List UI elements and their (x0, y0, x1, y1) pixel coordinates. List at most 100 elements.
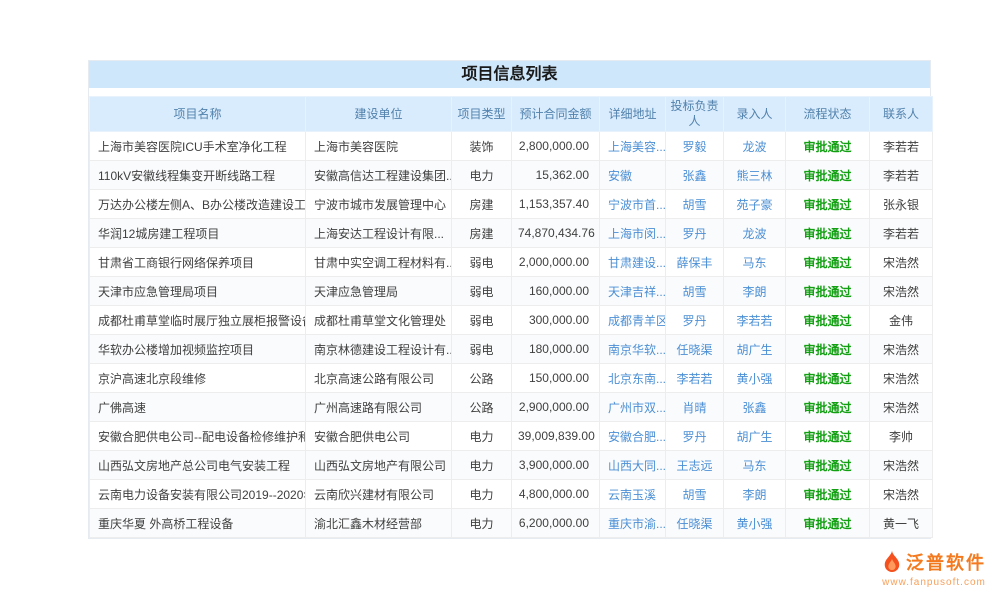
cell-text-amount: 2,800,000.00 (519, 139, 589, 153)
brand-site-link[interactable]: www.fanpusoft.com (882, 577, 986, 588)
cell-contact: 宋浩然 (870, 277, 933, 306)
cell-amount: 2,800,000.00 (512, 132, 600, 161)
table-row[interactable]: 广佛高速广州高速路有限公司公路2,900,000.00广州市双...肖晴张鑫审批… (90, 393, 933, 422)
leader-link[interactable]: 罗丹 (682, 227, 706, 241)
cell-contact: 黄一飞 (870, 509, 933, 538)
cell-amount: 2,900,000.00 (512, 393, 600, 422)
cell-text-status: 审批通过 (803, 314, 851, 328)
address-link[interactable]: 广州市双... (608, 401, 666, 415)
address-link[interactable]: 重庆市渝... (608, 517, 666, 531)
cell-recorder: 张鑫 (724, 393, 786, 422)
cell-leader: 罗丹 (666, 306, 724, 335)
table-row[interactable]: 安徽合肥供电公司--配电设备检修维护和...安徽合肥供电公司电力39,009,8… (90, 422, 933, 451)
recorder-link[interactable]: 张鑫 (742, 401, 766, 415)
project-table: 项目名称建设单位项目类型预计合同金额详细地址投标负责人录入人流程状态联系人 上海… (89, 96, 933, 538)
table-row[interactable]: 万达办公楼左侧A、B办公楼改造建设工程宁波市城市发展管理中心房建1,153,35… (90, 190, 933, 219)
recorder-link[interactable]: 胡广生 (736, 343, 772, 357)
brand-name: 泛普软件 (906, 549, 986, 575)
cell-text-type: 电力 (469, 430, 493, 444)
recorder-link[interactable]: 黄小强 (736, 517, 772, 531)
table-row[interactable]: 上海市美容医院ICU手术室净化工程上海市美容医院装饰2,800,000.00上海… (90, 132, 933, 161)
table-row[interactable]: 京沪高速北京段维修北京高速公路有限公司公路150,000.00北京东南...李若… (90, 364, 933, 393)
recorder-link[interactable]: 胡广生 (736, 430, 772, 444)
cell-status: 审批通过 (786, 248, 870, 277)
recorder-link[interactable]: 马东 (742, 256, 766, 270)
address-link[interactable]: 上海市闵... (608, 227, 666, 241)
cell-type: 装饰 (452, 132, 512, 161)
recorder-link[interactable]: 龙波 (742, 227, 766, 241)
cell-text-name: 上海市美容医院ICU手术室净化工程 (98, 140, 287, 154)
address-link[interactable]: 北京东南... (608, 372, 666, 386)
address-link[interactable]: 甘肃建设... (608, 256, 666, 270)
leader-link[interactable]: 胡雪 (682, 488, 706, 502)
address-link[interactable]: 天津吉祥... (608, 285, 666, 299)
cell-type: 电力 (452, 451, 512, 480)
cell-text-unit: 上海安达工程设计有限... (314, 227, 444, 241)
recorder-link[interactable]: 李若若 (736, 314, 772, 328)
cell-text-unit: 云南欣兴建材有限公司 (314, 488, 434, 502)
address-link[interactable]: 南京华软... (608, 343, 666, 357)
column-header-amount: 预计合同金额 (512, 97, 600, 132)
table-row[interactable]: 华润12城房建工程项目上海安达工程设计有限...房建74,870,434.76上… (90, 219, 933, 248)
leader-link[interactable]: 胡雪 (682, 198, 706, 212)
cell-text-unit: 安徽合肥供电公司 (314, 430, 410, 444)
cell-name: 成都杜甫草堂临时展厅独立展柜报警设备... (90, 306, 306, 335)
column-header-status: 流程状态 (786, 97, 870, 132)
table-row[interactable]: 成都杜甫草堂临时展厅独立展柜报警设备...成都杜甫草堂文化管理处弱电300,00… (90, 306, 933, 335)
cell-type: 弱电 (452, 277, 512, 306)
leader-link[interactable]: 罗丹 (682, 430, 706, 444)
cell-leader: 罗丹 (666, 422, 724, 451)
leader-link[interactable]: 任晓渠 (676, 517, 712, 531)
recorder-link[interactable]: 熊三林 (736, 169, 772, 183)
table-row[interactable]: 云南电力设备安装有限公司2019--2020年...云南欣兴建材有限公司电力4,… (90, 480, 933, 509)
cell-status: 审批通过 (786, 393, 870, 422)
address-link[interactable]: 山西大同... (608, 459, 666, 473)
recorder-link[interactable]: 龙波 (742, 140, 766, 154)
address-link[interactable]: 上海美容... (608, 140, 666, 154)
cell-status: 审批通过 (786, 422, 870, 451)
cell-text-contact: 李若若 (883, 169, 919, 183)
address-link[interactable]: 云南玉溪 (608, 488, 656, 502)
address-link[interactable]: 安徽合肥... (608, 430, 666, 444)
cell-text-amount: 180,000.00 (529, 342, 589, 356)
cell-status: 审批通过 (786, 480, 870, 509)
leader-link[interactable]: 薛保丰 (676, 256, 712, 270)
cell-name: 华润12城房建工程项目 (90, 219, 306, 248)
leader-link[interactable]: 肖晴 (682, 401, 706, 415)
recorder-link[interactable]: 苑子豪 (736, 198, 772, 212)
column-header-contact: 联系人 (870, 97, 933, 132)
leader-link[interactable]: 胡雪 (682, 285, 706, 299)
recorder-link[interactable]: 李朗 (742, 488, 766, 502)
recorder-link[interactable]: 李朗 (742, 285, 766, 299)
recorder-link[interactable]: 马东 (742, 459, 766, 473)
table-row[interactable]: 重庆华夏 外高桥工程设备渝北汇鑫木材经营部电力6,200,000.00重庆市渝.… (90, 509, 933, 538)
leader-link[interactable]: 王志远 (676, 459, 712, 473)
cell-unit: 云南欣兴建材有限公司 (306, 480, 452, 509)
leader-link[interactable]: 任晓渠 (676, 343, 712, 357)
address-link[interactable]: 宁波市首... (608, 198, 666, 212)
cell-type: 电力 (452, 422, 512, 451)
table-row[interactable]: 山西弘文房地产总公司电气安装工程山西弘文房地产有限公司电力3,900,000.0… (90, 451, 933, 480)
cell-recorder: 苑子豪 (724, 190, 786, 219)
address-link[interactable]: 安徽 (608, 169, 632, 183)
cell-address: 北京东南... (600, 364, 666, 393)
cell-text-status: 审批通过 (803, 488, 851, 502)
cell-leader: 罗毅 (666, 132, 724, 161)
brand-footer[interactable]: 泛普软件 www.fanpusoft.com (882, 549, 986, 588)
recorder-link[interactable]: 黄小强 (736, 372, 772, 386)
address-link[interactable]: 成都青羊区 (608, 314, 666, 328)
table-row[interactable]: 华软办公楼增加视频监控项目南京林德建设工程设计有...弱电180,000.00南… (90, 335, 933, 364)
leader-link[interactable]: 罗毅 (682, 140, 706, 154)
cell-name: 山西弘文房地产总公司电气安装工程 (90, 451, 306, 480)
table-row[interactable]: 天津市应急管理局项目天津应急管理局弱电160,000.00天津吉祥...胡雪李朗… (90, 277, 933, 306)
leader-link[interactable]: 罗丹 (682, 314, 706, 328)
leader-link[interactable]: 李若若 (676, 372, 712, 386)
cell-type: 电力 (452, 509, 512, 538)
table-row[interactable]: 110kV安徽线程集变开断线路工程安徽高信达工程建设集团...电力15,362.… (90, 161, 933, 190)
cell-type: 弱电 (452, 306, 512, 335)
table-row[interactable]: 甘肃省工商银行网络保养项目甘肃中实空调工程材料有...弱电2,000,000.0… (90, 248, 933, 277)
cell-name: 天津市应急管理局项目 (90, 277, 306, 306)
cell-text-name: 华润12城房建工程项目 (98, 227, 219, 241)
leader-link[interactable]: 张鑫 (682, 169, 706, 183)
cell-name: 广佛高速 (90, 393, 306, 422)
